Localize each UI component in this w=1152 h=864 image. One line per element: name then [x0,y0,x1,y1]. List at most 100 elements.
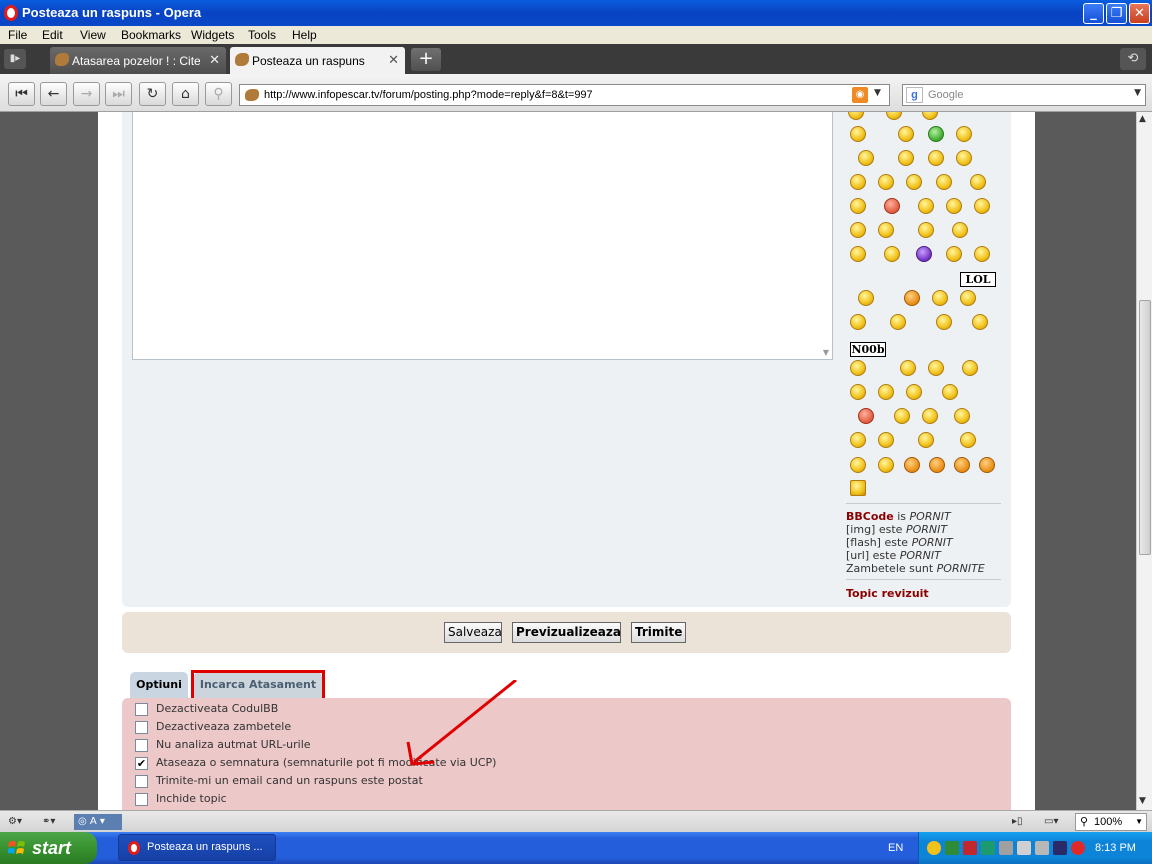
smiley-icon[interactable] [878,174,894,190]
tray-app-icon[interactable] [999,841,1013,855]
smiley-icon[interactable] [974,198,990,214]
rss-feed-icon[interactable]: ◉ [852,87,868,103]
smiley-icon[interactable] [878,222,894,238]
language-indicator[interactable]: EN [888,842,903,854]
smiley-icon[interactable] [848,112,864,120]
smiley-icon[interactable] [954,408,970,424]
tab-options[interactable]: Optiuni [130,672,188,698]
smiley-icon[interactable] [850,432,866,448]
smiley-icon[interactable] [878,432,894,448]
smiley-icon[interactable] [928,126,944,142]
search-field[interactable]: g Google ▼ [902,84,1146,106]
smiley-icon[interactable] [858,408,874,424]
turbo-icon[interactable]: ◎ A ▾ [74,814,122,830]
smiley-icon[interactable] [850,198,866,214]
save-button[interactable]: Salveaza [444,622,502,643]
smiley-icon[interactable] [850,360,866,376]
smiley-icon[interactable] [850,174,866,190]
zoom-control[interactable]: ⚲ 100% ▼ [1075,813,1147,831]
smiley-icon[interactable] [918,198,934,214]
smiley-icon[interactable] [942,384,958,400]
topic-review-link[interactable]: Topic revizuit [846,587,929,600]
option-checkbox[interactable] [135,703,148,716]
smiley-icon[interactable] [850,384,866,400]
home-button[interactable]: ⌂ [172,82,199,106]
smiley-icon[interactable] [884,198,900,214]
smiley-icon[interactable] [922,408,938,424]
forward-button[interactable]: → [73,82,100,106]
menu-bookmarks[interactable]: Bookmarks [121,28,181,42]
smiley-icon[interactable] [946,246,962,262]
tab-posteaza[interactable]: Posteaza un raspuns ✕ [230,47,405,74]
smiley-icon[interactable] [898,150,914,166]
address-dropdown-icon[interactable]: ▼ [874,88,881,98]
smiley-icon[interactable] [916,246,932,262]
smiley-icon[interactable] [900,360,916,376]
taskbar-opera-window[interactable]: Posteaza un raspuns ... [118,834,276,861]
option-checkbox[interactable] [135,793,148,806]
smiley-icon[interactable] [878,384,894,400]
tray-app-icon[interactable] [1053,841,1067,855]
closed-tabs-icon[interactable]: ⟲ [1120,48,1146,70]
smiley-icon[interactable] [936,314,952,330]
menu-edit[interactable]: Edit [42,28,63,42]
unite-icon[interactable]: ⚭▾ [42,814,55,830]
arrow-icon[interactable] [979,457,995,473]
smiley-icon[interactable] [928,150,944,166]
tray-opera-icon[interactable] [1071,841,1085,855]
smiley-icon[interactable] [858,150,874,166]
back-button[interactable]: ← [40,82,67,106]
tray-app-icon[interactable] [981,841,995,855]
question-icon[interactable] [929,457,945,473]
smiley-icon[interactable] [962,360,978,376]
panel-toggle-icon[interactable]: ▮▸ [4,49,26,69]
smiley-icon[interactable] [886,112,902,120]
option-checkbox[interactable] [135,739,148,752]
smiley-icon[interactable] [918,222,934,238]
smiley-icon[interactable] [970,174,986,190]
menu-file[interactable]: File [8,28,27,42]
menu-widgets[interactable]: Widgets [191,28,234,42]
smiley-icon[interactable] [972,314,988,330]
tray-app-icon[interactable] [1035,841,1049,855]
smiley-icon[interactable] [878,457,894,473]
option-checkbox[interactable] [135,775,148,788]
smiley-icon[interactable] [928,360,944,376]
smiley-icon[interactable] [850,457,866,473]
exclamation-icon[interactable] [904,457,920,473]
tab-close-icon[interactable]: ✕ [388,52,399,68]
tab-atasarea[interactable]: Atasarea pozelor ! : Cite... ✕ [50,47,226,74]
smiley-icon[interactable] [894,408,910,424]
smiley-icon[interactable] [918,432,934,448]
new-tab-button[interactable]: + [411,48,441,71]
smiley-icon[interactable] [960,432,976,448]
rewind-button[interactable]: ⏮ [8,82,35,106]
minimize-button[interactable]: _ [1083,3,1104,24]
smiley-icon[interactable] [956,126,972,142]
smiley-icon[interactable] [850,126,866,142]
google-icon[interactable]: g [906,87,923,103]
option-checkbox[interactable] [135,721,148,734]
smiley-icon[interactable] [946,198,962,214]
smiley-icon[interactable] [890,314,906,330]
menu-view[interactable]: View [80,28,106,42]
panel-icon[interactable]: ▸▯ [1012,814,1023,830]
bbcode-link[interactable]: BBCode [846,510,894,523]
smiley-icon[interactable] [850,246,866,262]
smiley-icon[interactable] [906,384,922,400]
fast-forward-button[interactable]: ⏭ [105,82,132,106]
tray-smiley-icon[interactable] [927,841,941,855]
submit-button[interactable]: Trimite [631,622,686,643]
tools-icon[interactable]: ⚙▾ [8,814,22,830]
textarea-scroll-down-icon[interactable]: ▼ [823,348,829,357]
address-field[interactable]: http://www.infopescar.tv/forum/posting.p… [239,84,890,106]
vertical-scrollbar[interactable]: ▲ ▼ [1136,112,1152,810]
view-icon[interactable]: ▭▾ [1044,814,1058,830]
scrollbar-thumb[interactable] [1139,300,1151,555]
tray-network-icon[interactable] [1017,841,1031,855]
smiley-icon[interactable] [858,290,874,306]
reload-button[interactable]: ↻ [139,82,166,106]
smiley-icon[interactable] [850,222,866,238]
smiley-icon[interactable] [884,246,900,262]
menu-tools[interactable]: Tools [248,28,276,42]
